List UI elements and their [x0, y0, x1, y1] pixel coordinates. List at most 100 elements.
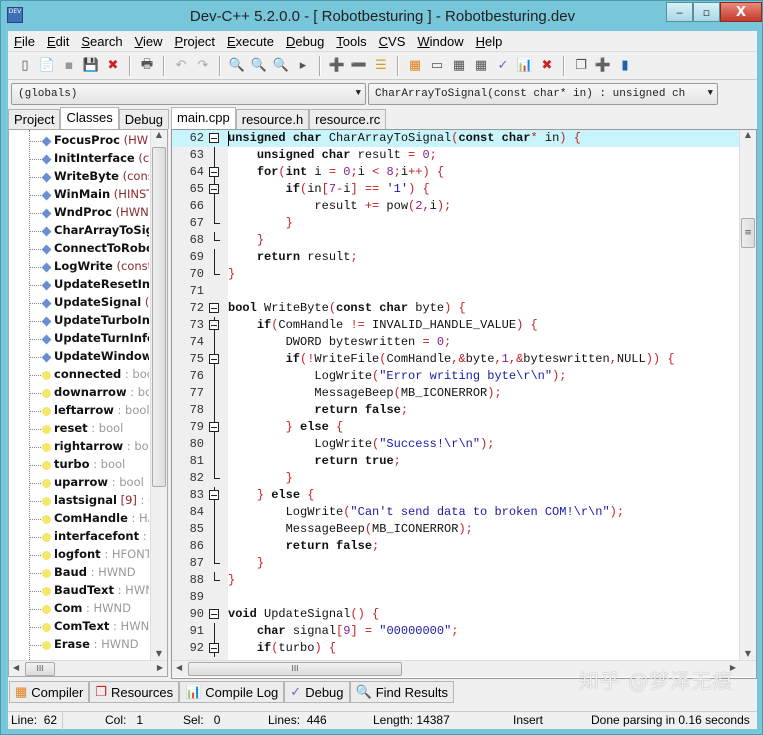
- fold-toggle-icon[interactable]: [209, 184, 219, 194]
- code-line[interactable]: 75 if(!WriteFile(ComHandle,&byte,1,&byte…: [172, 351, 740, 368]
- code-line[interactable]: 91 char signal[9] = "00000000";: [172, 623, 740, 640]
- add-to-project-button[interactable]: ➕: [328, 57, 346, 75]
- replace-button[interactable]: 🔍: [250, 57, 268, 75]
- scope-combo[interactable]: (globals) ▼: [11, 83, 366, 105]
- close-button[interactable]: X: [720, 2, 762, 22]
- minimize-button[interactable]: ‒: [666, 2, 693, 22]
- compile-run-button[interactable]: ▦: [450, 57, 468, 75]
- run-button[interactable]: ▭: [428, 57, 446, 75]
- tab-resources[interactable]: ❐ Resources: [89, 681, 180, 703]
- save-button[interactable]: ▪: [60, 57, 78, 75]
- menu-cvs[interactable]: CVS: [373, 34, 412, 49]
- tab-classes[interactable]: Classes: [60, 107, 119, 129]
- fold-toggle-icon[interactable]: [209, 609, 219, 619]
- editor-hscroll-thumb[interactable]: III: [188, 662, 402, 676]
- fold-toggle-icon[interactable]: [209, 167, 219, 177]
- goto-line-button[interactable]: ▸: [294, 57, 312, 75]
- class-tree-item[interactable]: Erase : HWND: [9, 636, 149, 654]
- class-tree-item[interactable]: WriteByte (const c: [9, 168, 149, 186]
- stop-button[interactable]: ✖: [538, 57, 556, 75]
- tab-compile-log[interactable]: 📊 Compile Log: [179, 681, 285, 703]
- code-line[interactable]: 87 }: [172, 555, 740, 572]
- code-line[interactable]: 66 result += pow(2,i);: [172, 198, 740, 215]
- code-line[interactable]: 69 return result;: [172, 249, 740, 266]
- editor-scroll-thumb[interactable]: ≡: [741, 218, 755, 248]
- class-tree-item[interactable]: ComText : HWND: [9, 618, 149, 636]
- code-line[interactable]: 67 }: [172, 215, 740, 232]
- maximize-button[interactable]: ▫: [693, 2, 720, 22]
- code-line[interactable]: 72 bool WriteByte(const char byte) {: [172, 300, 740, 317]
- compile-button[interactable]: ▦: [406, 57, 424, 75]
- fold-toggle-icon[interactable]: [209, 303, 219, 313]
- open-file-button[interactable]: 📄: [38, 57, 56, 75]
- new-file-button[interactable]: ▯: [16, 57, 34, 75]
- rebuild-button[interactable]: ▦: [472, 57, 490, 75]
- tree-scroll-thumb[interactable]: [152, 147, 166, 487]
- code-line[interactable]: 63 unsigned char result = 0;: [172, 147, 740, 164]
- redo-button[interactable]: ↷: [194, 57, 212, 75]
- fold-toggle-icon[interactable]: [209, 643, 219, 653]
- tab-resource-h[interactable]: resource.h: [235, 109, 310, 129]
- menu-debug[interactable]: Debug: [280, 34, 330, 49]
- menu-execute[interactable]: Execute: [221, 34, 280, 49]
- scroll-left-icon[interactable]: ◀: [13, 663, 19, 672]
- code-line[interactable]: 65 if(in[7-i] == '1') {: [172, 181, 740, 198]
- tree-hscroll-thumb[interactable]: III: [25, 662, 55, 676]
- about-button[interactable]: ▮: [616, 57, 634, 75]
- save-all-button[interactable]: 💾: [82, 57, 100, 75]
- menu-edit[interactable]: Edit: [41, 34, 75, 49]
- code-line[interactable]: 85 MessageBeep(MB_ICONERROR);: [172, 521, 740, 538]
- tab-resource-rc[interactable]: resource.rc: [309, 109, 387, 129]
- class-tree-item[interactable]: FocusProc (HWND: [9, 132, 149, 150]
- class-tree-item[interactable]: CharArrayToSignal: [9, 222, 149, 240]
- code-line[interactable]: 79 } else {: [172, 419, 740, 436]
- find-button[interactable]: 🔍: [228, 57, 246, 75]
- code-editor[interactable]: 62 unsigned char CharArrayToSignal(const …: [171, 129, 757, 679]
- profile-button[interactable]: 📊: [516, 57, 534, 75]
- tab-main-cpp[interactable]: main.cpp: [171, 107, 236, 129]
- class-tree-item[interactable]: connected : bool: [9, 366, 149, 384]
- code-line[interactable]: 90 void UpdateSignal() {: [172, 606, 740, 623]
- code-line[interactable]: 70}: [172, 266, 740, 283]
- menu-search[interactable]: Search: [75, 34, 128, 49]
- scroll-down-icon[interactable]: ▼: [740, 649, 756, 658]
- fold-toggle-icon[interactable]: [209, 422, 219, 432]
- code-line[interactable]: 62 unsigned char CharArrayToSignal(const …: [172, 130, 740, 147]
- code-line[interactable]: 77 MessageBeep(MB_ICONERROR);: [172, 385, 740, 402]
- new-project-button[interactable]: ❐: [572, 57, 590, 75]
- tab-project[interactable]: Project: [8, 109, 61, 129]
- menu-tools[interactable]: Tools: [330, 34, 372, 49]
- class-tree-item[interactable]: leftarrow : bool: [9, 402, 149, 420]
- menu-view[interactable]: View: [129, 34, 169, 49]
- remove-from-project-button[interactable]: ➖: [350, 57, 368, 75]
- code-line[interactable]: 81 return true;: [172, 453, 740, 470]
- code-line[interactable]: 82 }: [172, 470, 740, 487]
- class-tree-item[interactable]: Baud : HWND: [9, 564, 149, 582]
- tree-horizontal-scrollbar[interactable]: ◀ III ▶: [9, 660, 167, 676]
- find-next-button[interactable]: 🔍: [272, 57, 290, 75]
- menu-project[interactable]: Project: [169, 34, 221, 49]
- class-tree-item[interactable]: Com : HWND: [9, 600, 149, 618]
- scroll-up-icon[interactable]: ▲: [740, 130, 756, 139]
- code-line[interactable]: 83 } else {: [172, 487, 740, 504]
- code-line[interactable]: 86 return false;: [172, 538, 740, 555]
- code-line[interactable]: 68 }: [172, 232, 740, 249]
- class-tree-item[interactable]: BaudText : HWND: [9, 582, 149, 600]
- fold-toggle-icon[interactable]: [209, 354, 219, 364]
- scroll-down-icon[interactable]: ▼: [151, 649, 167, 658]
- fold-toggle-icon[interactable]: [209, 133, 219, 143]
- class-tree-item[interactable]: UpdateWindowC: [9, 348, 149, 366]
- class-tree-item[interactable]: WndProc (HWND h: [9, 204, 149, 222]
- code-line[interactable]: 71: [172, 283, 740, 300]
- class-tree-item[interactable]: uparrow : bool: [9, 474, 149, 492]
- undo-button[interactable]: ↶: [172, 57, 190, 75]
- class-tree-item[interactable]: lastsignal [9] : cha: [9, 492, 149, 510]
- class-tree-item[interactable]: logfont : HFONT: [9, 546, 149, 564]
- class-tree-item[interactable]: turbo : bool: [9, 456, 149, 474]
- code-line[interactable]: 73 if(ComHandle != INVALID_HANDLE_VALUE)…: [172, 317, 740, 334]
- project-options-button[interactable]: ☰: [372, 57, 390, 75]
- class-tree-item[interactable]: interfacefont : HI: [9, 528, 149, 546]
- print-button[interactable]: 🖶: [138, 57, 156, 75]
- tree-vertical-scrollbar[interactable]: ▲ ▼: [150, 130, 167, 660]
- class-tree-item[interactable]: UpdateSignal () :: [9, 294, 149, 312]
